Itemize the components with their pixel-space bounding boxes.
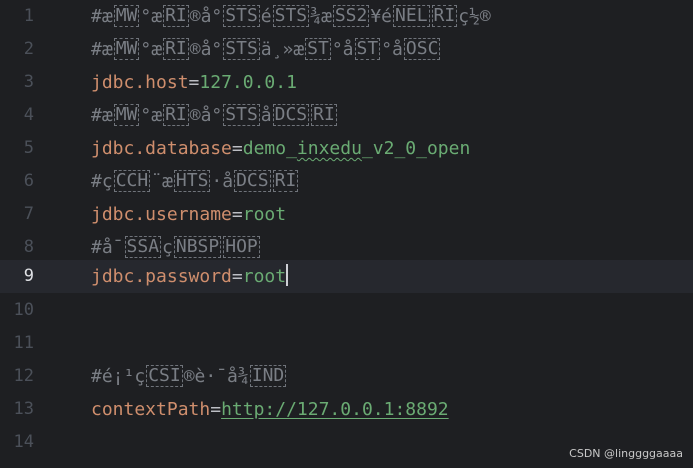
property-key: jdbc.database — [91, 138, 232, 159]
code-line[interactable]: 6 #ç CCH ¨æ HTS ·å DCS RI — [0, 165, 693, 198]
line-number: 14 — [13, 432, 34, 452]
comment-text: #æ MW °æ RI ®å° STS å DCS RI — [91, 104, 337, 126]
property-value: root — [242, 204, 287, 225]
line-number: 12 — [13, 366, 34, 386]
line-number: 4 — [23, 105, 34, 125]
line-number: 11 — [13, 333, 34, 353]
line-number: 6 — [23, 171, 34, 191]
property-value: 127.0.0.1 — [199, 72, 297, 93]
comment-text: #æ MW °æ RI ®å° STS é STS ¾æ SS2 ¥é NEL RI ç½® — [91, 5, 491, 27]
property-value: demo_inxedu_v2_0_open — [242, 138, 471, 159]
code-line[interactable]: 12 #é¡¹ç CSI ®è·¯å¾ IND — [0, 360, 693, 393]
code-editor[interactable]: 1 #æ MW °æ RI ®å° STS é STS ¾æ SS2 ¥é NEL RI ç½® 2 #æ… — [0, 0, 693, 468]
watermark: CSDN @linggggaaaa — [569, 447, 683, 460]
property-value: root — [242, 266, 287, 287]
code-line[interactable]: 3 jdbc.host=127.0.0.1 — [0, 66, 693, 99]
property-line: contextPath=http://127.0.0.1:8892 — [91, 399, 449, 420]
code-line[interactable]: 7 jdbc.username=root — [0, 198, 693, 231]
line-number: 3 — [23, 72, 34, 92]
line-number: 5 — [23, 138, 34, 158]
line-number: 7 — [23, 204, 34, 224]
code-line[interactable]: 1 #æ MW °æ RI ®å° STS é STS ¾æ SS2 ¥é NEL RI ç½® — [0, 0, 693, 33]
current-line[interactable]: 9 jdbc.password=root — [0, 260, 693, 293]
code-line[interactable]: 5 jdbc.database=demo_inxedu_v2_0_open — [0, 132, 693, 165]
text-caret — [286, 264, 289, 286]
comment-text: #é¡¹ç CSI ®è·¯å¾ IND — [91, 365, 287, 387]
code-line[interactable]: 10 — [0, 294, 693, 327]
line-number: 1 — [23, 6, 34, 26]
line-number: 13 — [13, 399, 34, 419]
property-line: jdbc.database=demo_inxedu_v2_0_open — [91, 138, 471, 159]
line-number: 2 — [23, 39, 34, 59]
spellcheck-underline: inxedu — [296, 138, 362, 159]
code-line[interactable]: 4 #æ MW °æ RI ®å° STS å DCS RI — [0, 99, 693, 132]
line-number: 10 — [13, 300, 34, 320]
property-line: jdbc.host=127.0.0.1 — [91, 72, 297, 93]
code-line[interactable]: 2 #æ MW °æ RI ®å° STS ä¸»æ ST °å ST °å OSC — [0, 33, 693, 66]
comment-text: #æ MW °æ RI ®å° STS ä¸»æ ST °å ST °å OSC — [91, 38, 441, 60]
property-key: jdbc.password — [91, 266, 232, 287]
code-line[interactable]: 13 contextPath=http://127.0.0.1:8892 — [0, 393, 693, 426]
property-line: jdbc.password=root — [91, 264, 289, 287]
property-key: jdbc.username — [91, 204, 232, 225]
property-key: contextPath — [91, 399, 211, 420]
property-line: jdbc.username=root — [91, 204, 287, 225]
url-link[interactable]: http://127.0.0.1:8892 — [221, 399, 449, 420]
property-key: jdbc.host — [91, 72, 189, 93]
line-number: 9 — [23, 266, 34, 286]
code-line[interactable]: 11 — [0, 327, 693, 360]
comment-text: #ç CCH ¨æ HTS ·å DCS RI — [91, 170, 299, 192]
